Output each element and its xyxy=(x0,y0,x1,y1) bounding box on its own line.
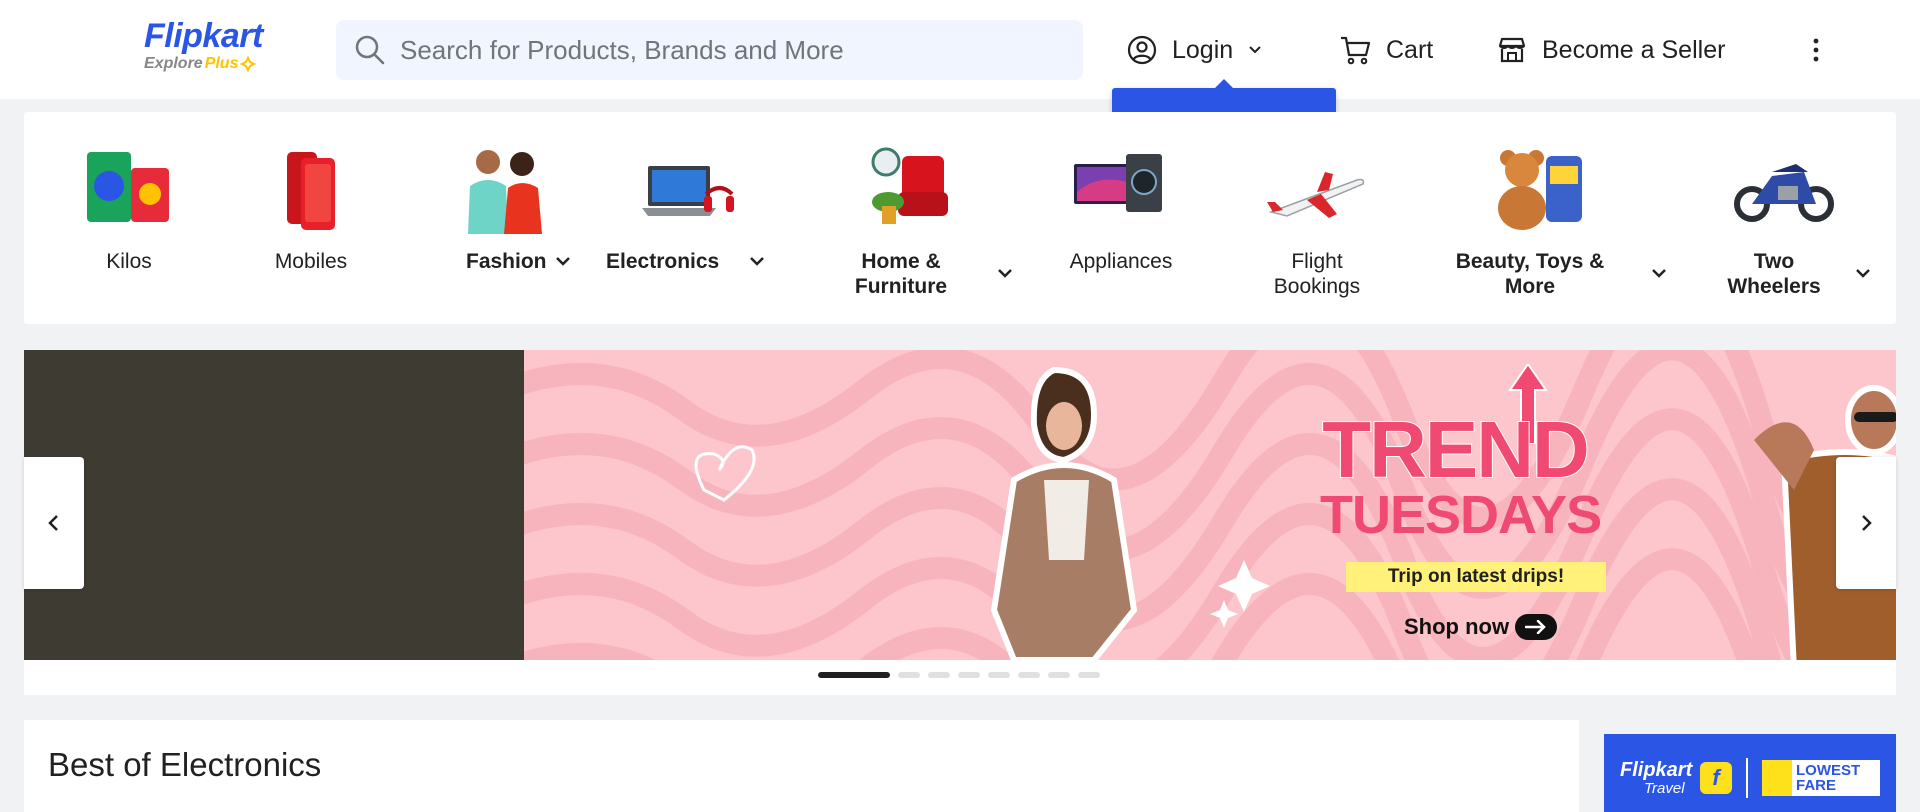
category-label: Kilos xyxy=(106,250,152,273)
promo-headline-line1: TREND xyxy=(1321,405,1591,494)
category-two-wheelers[interactable]: Two Wheelers xyxy=(1714,112,1884,324)
category-label-line1: Two xyxy=(1753,250,1795,273)
laptop-icon xyxy=(642,166,734,216)
more-options-button[interactable] xyxy=(1806,28,1826,72)
category-label-line2: Bookings xyxy=(1273,275,1361,298)
logo-text: Flipkart xyxy=(144,17,263,55)
category-home-furniture[interactable]: Home & Furniture xyxy=(814,112,1024,324)
carousel-prev-button[interactable] xyxy=(24,457,84,589)
category-label-line1: Home & xyxy=(861,250,941,273)
category-flight-bookings[interactable]: Flight Bookings xyxy=(1242,112,1392,324)
lowest-fare-badge: LOWEST FARE xyxy=(1762,760,1880,796)
category-strip: Kilos Mobiles Fashion Electronics Home &… xyxy=(24,112,1896,324)
shop-now-label: Shop now xyxy=(1404,614,1510,639)
logo-plus: Plus xyxy=(204,55,239,72)
chevron-right-icon xyxy=(1862,515,1872,531)
login-menu[interactable]: Login xyxy=(1126,28,1263,72)
plus-icon xyxy=(240,56,257,72)
ad-divider xyxy=(1746,758,1748,798)
flipkart-f-icon: f xyxy=(1700,762,1732,794)
category-label-line1: Flight xyxy=(1291,250,1343,273)
wave-pattern xyxy=(524,350,1896,660)
lowest-fare-text: LOWEST FARE xyxy=(1792,763,1860,793)
chevron-down-icon xyxy=(556,257,570,266)
promo-tagline: Trip on latest drips! xyxy=(1346,562,1606,592)
flipkart-travel-ad[interactable]: Flipkart Travel f LOWEST FARE xyxy=(1604,734,1896,812)
banner-slide[interactable]: TREND TUESDAYS Trip on latest drips! Sho… xyxy=(524,350,1896,660)
category-label: Fashion xyxy=(466,250,547,273)
seller-label: Become a Seller xyxy=(1542,35,1726,64)
chevron-down-icon xyxy=(750,257,764,266)
kebab-menu-icon xyxy=(1813,38,1819,62)
banner-carousel: TREND TUESDAYS Trip on latest drips! Sho… xyxy=(24,350,1896,695)
category-electronics[interactable]: Electronics xyxy=(606,112,776,324)
category-fashion[interactable]: Fashion xyxy=(434,112,584,324)
cart-button[interactable]: Cart xyxy=(1338,28,1433,72)
ad-brand-sub: Travel xyxy=(1644,780,1685,797)
smartphone-icon xyxy=(287,152,335,230)
arrow-right-icon xyxy=(1515,614,1558,640)
category-label: Mobiles xyxy=(274,250,348,273)
carousel-dot[interactable] xyxy=(958,672,980,678)
ticket-icon xyxy=(1762,760,1792,796)
category-kilos[interactable]: Kilos xyxy=(64,112,194,324)
carousel-dot[interactable] xyxy=(1048,672,1070,678)
chevron-down-icon xyxy=(1249,46,1261,54)
logo-explore: Explore xyxy=(144,55,203,72)
chevron-down-icon xyxy=(998,269,1012,278)
become-seller-link[interactable]: Become a Seller xyxy=(1496,28,1725,72)
armchair-icon xyxy=(871,147,948,224)
carousel-dot[interactable] xyxy=(818,672,890,678)
teddy-bear-icon xyxy=(1498,150,1582,230)
category-label-line2: More xyxy=(1504,275,1556,298)
carousel-dot[interactable] xyxy=(1018,672,1040,678)
best-of-electronics-section: Best of Electronics xyxy=(24,720,1579,812)
ad-brand: Flipkart xyxy=(1620,759,1693,781)
carousel-next-button[interactable] xyxy=(1836,457,1896,589)
carousel-dot[interactable] xyxy=(1078,672,1100,678)
category-mobiles[interactable]: Mobiles xyxy=(246,112,376,324)
category-label-line2: Furniture xyxy=(854,275,948,298)
motorcycle-icon xyxy=(1734,164,1834,222)
fashion-models-icon xyxy=(468,150,542,234)
category-label-line2: Wheelers xyxy=(1727,275,1821,298)
cart-icon xyxy=(1341,36,1371,65)
chevron-down-icon xyxy=(1652,269,1666,278)
logo-subtext: Explore Plus xyxy=(144,54,284,74)
chevron-down-icon xyxy=(1856,269,1870,278)
top-header: Flipkart Explore Plus Login Cart Become … xyxy=(0,0,1920,99)
carousel-dots xyxy=(818,672,1100,678)
television-icon xyxy=(1074,154,1162,212)
banner-dark-panel xyxy=(24,350,524,660)
carousel-dot[interactable] xyxy=(928,672,950,678)
grocery-icon xyxy=(87,152,169,222)
search-icon xyxy=(355,35,385,65)
carousel-dot[interactable] xyxy=(988,672,1010,678)
section-title: Best of Electronics xyxy=(48,746,322,783)
promo-headline: TREND TUESDAYS xyxy=(1320,405,1602,545)
cart-label: Cart xyxy=(1386,35,1434,64)
promo-headline-line2: TUESDAYS xyxy=(1320,485,1602,545)
category-beauty-toys[interactable]: Beauty, Toys & More xyxy=(1430,112,1690,324)
login-label: Login xyxy=(1172,35,1234,64)
user-icon xyxy=(1127,35,1157,65)
search-bar[interactable] xyxy=(336,20,1083,80)
lowest-fare-line2: FARE xyxy=(1796,777,1837,794)
category-label-line1: Beauty, Toys & xyxy=(1455,250,1605,273)
shop-now-button[interactable]: Shop now xyxy=(1404,614,1558,640)
carousel-dot[interactable] xyxy=(898,672,920,678)
category-appliances[interactable]: Appliances xyxy=(1036,112,1206,324)
category-label: Appliances xyxy=(1069,250,1173,273)
model-woman xyxy=(990,366,1138,660)
search-input[interactable] xyxy=(400,34,1060,66)
store-icon xyxy=(1498,37,1526,63)
category-label: Electronics xyxy=(606,250,720,273)
chevron-left-icon xyxy=(48,515,58,531)
flipkart-logo[interactable]: Flipkart Explore Plus xyxy=(144,18,284,78)
airplane-icon xyxy=(1267,172,1365,218)
lowest-fare-line1: LOWEST xyxy=(1796,762,1861,779)
